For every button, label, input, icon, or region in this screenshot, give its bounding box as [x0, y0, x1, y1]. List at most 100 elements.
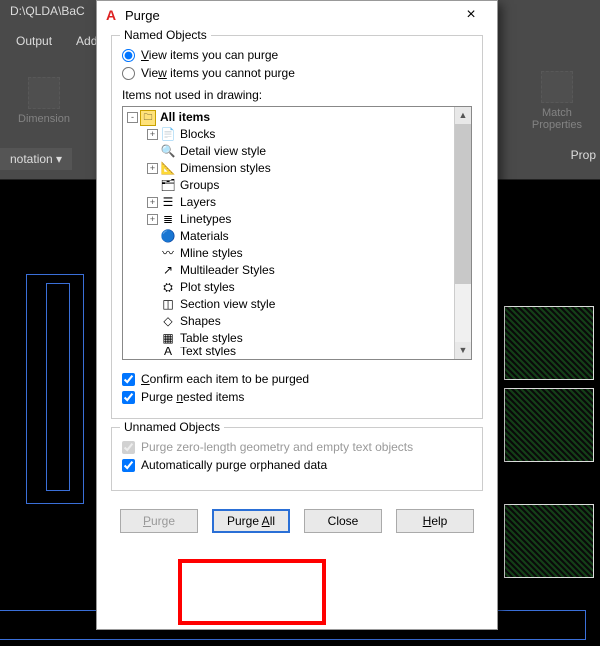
- tree-item-mline styles[interactable]: 〰 Mline styles: [127, 245, 454, 262]
- check-confirm[interactable]: Confirm each item to be purged: [122, 372, 472, 386]
- tree-item-icon: 🔍: [160, 144, 176, 160]
- tree-item-icon: 📐: [160, 161, 176, 177]
- tree-item-label: Materials: [178, 228, 229, 245]
- panel-match-properties: Match Properties: [514, 56, 600, 146]
- check-nested-input[interactable]: [122, 391, 135, 404]
- scroll-up-icon[interactable]: ▲: [455, 107, 471, 124]
- tree-item-icon: 🗂: [160, 178, 176, 194]
- check-orphaned-label: Automatically purge orphaned data: [141, 458, 327, 472]
- purge-all-button[interactable]: Purge All: [212, 509, 290, 533]
- tree-item-label: Table styles: [178, 330, 243, 347]
- check-confirm-input[interactable]: [122, 373, 135, 386]
- tree-item-label: Section view style: [178, 296, 275, 313]
- expand-icon[interactable]: +: [147, 214, 158, 225]
- check-orphaned-input[interactable]: [122, 459, 135, 472]
- group-unnamed-objects: Unnamed Objects Purge zero-length geomet…: [111, 427, 483, 491]
- tree-item-icon: ☰: [160, 195, 176, 211]
- legend-named: Named Objects: [120, 28, 211, 42]
- check-confirm-label: Confirm each item to be purged: [141, 372, 309, 386]
- purge-button: Purge: [120, 509, 198, 533]
- radio-view-cannot-purge-label: View items you cannot purge: [141, 66, 295, 80]
- dialog-title: Purge: [125, 8, 445, 23]
- purge-dialog: A Purge × Named Objects View items you c…: [96, 0, 498, 630]
- folder-icon: 🗀: [140, 110, 156, 126]
- group-named-objects: Named Objects View items you can purge V…: [111, 35, 483, 419]
- app-icon: A: [103, 7, 119, 23]
- tree-item-label: Groups: [178, 177, 219, 194]
- tree-item-label: Shapes: [178, 313, 221, 330]
- check-zero-length: Purge zero-length geometry and empty tex…: [122, 440, 472, 454]
- expand-icon[interactable]: +: [147, 163, 158, 174]
- tree-label: Items not used in drawing:: [122, 88, 472, 102]
- expand-icon[interactable]: +: [147, 129, 158, 140]
- panel-dimension: Dimension: [0, 56, 88, 146]
- radio-view-cannot-purge[interactable]: View items you cannot purge: [122, 66, 472, 80]
- check-nested-label: Purge nested items: [141, 390, 244, 404]
- scroll-down-icon[interactable]: ▼: [455, 342, 471, 359]
- close-button[interactable]: Close: [304, 509, 382, 533]
- panel-annotation-label: notation ▾: [10, 152, 62, 166]
- tab-output[interactable]: Output: [6, 30, 62, 52]
- titlebar[interactable]: A Purge ×: [97, 1, 497, 29]
- help-button[interactable]: Help: [396, 509, 474, 533]
- check-nested[interactable]: Purge nested items: [122, 390, 472, 404]
- tree-item-icon: ↗: [160, 263, 176, 279]
- tree-item-label: Plot styles: [178, 279, 235, 296]
- tree[interactable]: - 🗀 All items + 📄 Blocks 🔍 Detail view s…: [123, 107, 454, 359]
- tree-item-shapes[interactable]: ◇ Shapes: [127, 313, 454, 330]
- dimension-icon: [28, 77, 60, 109]
- tree-item-detail view style[interactable]: 🔍 Detail view style: [127, 143, 454, 160]
- tree-item-linetypes[interactable]: + ≣ Linetypes: [127, 211, 454, 228]
- tree-item-icon: ◇: [160, 314, 176, 330]
- tree-item-icon: ⛭: [160, 280, 176, 296]
- check-orphaned[interactable]: Automatically purge orphaned data: [122, 458, 472, 472]
- tree-item-multileader styles[interactable]: ↗ Multileader Styles: [127, 262, 454, 279]
- tree-item-label: Dimension styles: [178, 160, 271, 177]
- tree-item-groups[interactable]: 🗂 Groups: [127, 177, 454, 194]
- tree-item-label: Text styles: [178, 347, 236, 356]
- tree-item-table styles[interactable]: ▦ Table styles: [127, 330, 454, 347]
- tree-item-label: Blocks: [178, 126, 215, 143]
- panel-annotation-dropdown[interactable]: notation ▾: [0, 148, 72, 170]
- tree-item-icon: 〰: [160, 246, 176, 262]
- legend-unnamed: Unnamed Objects: [120, 420, 224, 434]
- panel-properties-label: Prop: [571, 148, 596, 162]
- button-row: Purge Purge All Close Help: [111, 499, 483, 533]
- tree-item-icon: 🔵: [160, 229, 176, 245]
- tree-item-icon: ▦: [160, 331, 176, 347]
- tree-item-blocks[interactable]: + 📄 Blocks: [127, 126, 454, 143]
- file-path: D:\QLDA\BaC: [10, 4, 85, 18]
- radio-view-cannot-purge-input[interactable]: [122, 67, 135, 80]
- tree-item-icon: ◫: [160, 297, 176, 313]
- check-zero-length-input: [122, 441, 135, 454]
- tree-item-label: Layers: [178, 194, 216, 211]
- tree-root[interactable]: - 🗀 All items: [127, 109, 454, 126]
- check-zero-length-label: Purge zero-length geometry and empty tex…: [141, 440, 413, 454]
- tree-item-icon: A: [160, 347, 176, 356]
- panel-match-label: Match Properties: [532, 107, 582, 131]
- match-properties-icon: [541, 71, 573, 103]
- collapse-icon[interactable]: -: [127, 112, 138, 123]
- tree-item-label: Multileader Styles: [178, 262, 275, 279]
- panel-dimension-label: Dimension: [18, 113, 70, 125]
- radio-view-can-purge-input[interactable]: [122, 49, 135, 62]
- tree-item-icon: ≣: [160, 212, 176, 228]
- tree-item-plot styles[interactable]: ⛭ Plot styles: [127, 279, 454, 296]
- tree-item-label: Detail view style: [178, 143, 266, 160]
- tree-container: - 🗀 All items + 📄 Blocks 🔍 Detail view s…: [122, 106, 472, 360]
- tree-item-text styles[interactable]: A Text styles: [127, 347, 454, 356]
- tree-item-icon: 📄: [160, 127, 176, 143]
- tree-item-section view style[interactable]: ◫ Section view style: [127, 296, 454, 313]
- scroll-thumb[interactable]: [455, 124, 471, 284]
- tree-root-label: All items: [158, 109, 210, 126]
- close-icon[interactable]: ×: [451, 6, 491, 24]
- tree-item-label: Linetypes: [178, 211, 231, 228]
- tree-item-dimension styles[interactable]: + 📐 Dimension styles: [127, 160, 454, 177]
- expand-icon[interactable]: +: [147, 197, 158, 208]
- radio-view-can-purge[interactable]: View items you can purge: [122, 48, 472, 62]
- tree-item-layers[interactable]: + ☰ Layers: [127, 194, 454, 211]
- tree-scrollbar[interactable]: ▲ ▼: [454, 107, 471, 359]
- tree-item-materials[interactable]: 🔵 Materials: [127, 228, 454, 245]
- tree-item-label: Mline styles: [178, 245, 243, 262]
- radio-view-can-purge-label: View items you can purge: [141, 48, 278, 62]
